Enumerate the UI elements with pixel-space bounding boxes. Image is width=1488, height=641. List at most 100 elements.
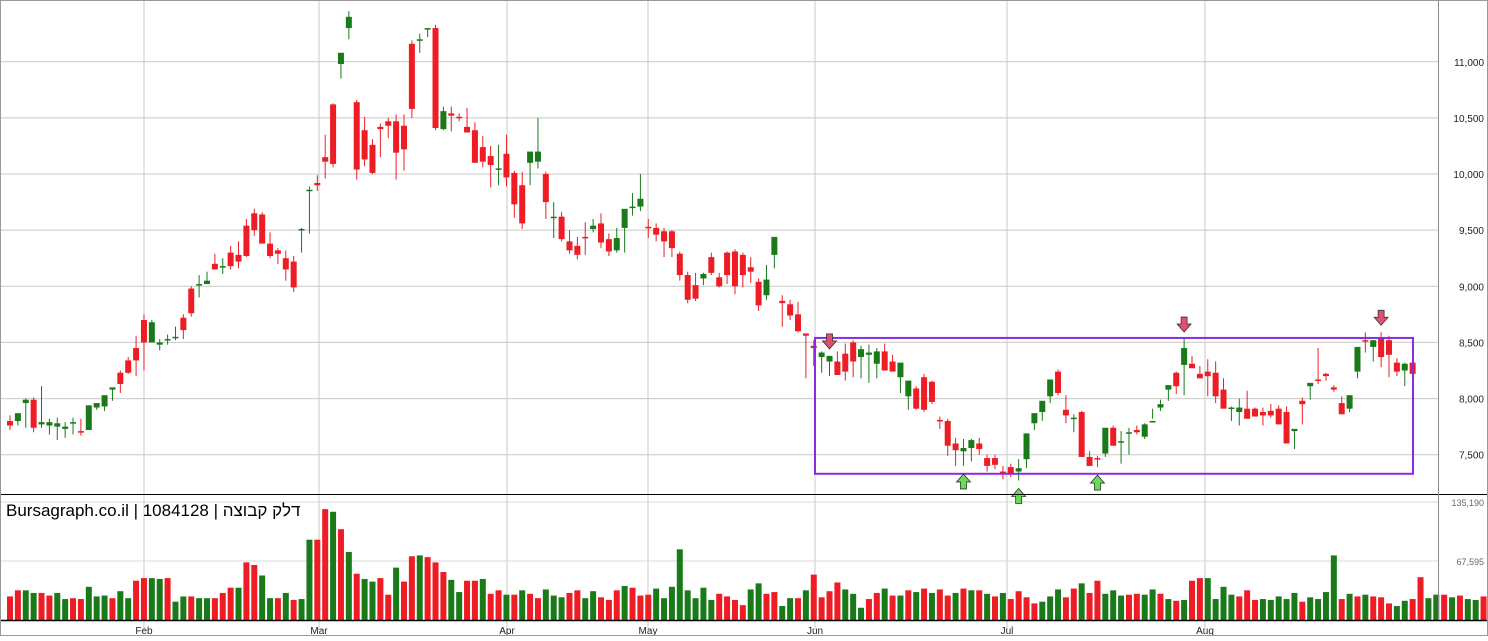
volume-bar: [1062, 597, 1069, 620]
candle: [148, 319, 155, 343]
candle-body: [377, 126, 384, 130]
candle-body: [842, 353, 849, 372]
volume-bar: [1118, 595, 1125, 620]
candle-body: [1031, 413, 1038, 424]
candle-body: [54, 423, 61, 427]
candle: [676, 251, 683, 281]
volume-bar: [747, 589, 754, 620]
grid: [0, 0, 1438, 630]
candle: [795, 302, 801, 333]
volume-bar: [22, 590, 29, 620]
candle: [842, 343, 849, 381]
candle-body: [968, 440, 975, 448]
candle: [724, 251, 731, 285]
candle-body: [905, 380, 912, 397]
candle: [1315, 348, 1322, 384]
candle: [393, 114, 400, 180]
candle-body: [306, 189, 313, 192]
volume-bar: [629, 587, 636, 620]
candle: [440, 106, 447, 131]
candle-body: [408, 43, 415, 109]
candle: [471, 122, 478, 163]
candle-body: [1015, 468, 1022, 472]
candle-body: [385, 121, 392, 126]
candle: [1015, 459, 1022, 481]
candle: [456, 113, 463, 122]
volume-bar: [1173, 600, 1180, 620]
candle: [1118, 431, 1125, 464]
candle-body: [140, 319, 147, 343]
volume-bar: [865, 599, 872, 620]
volume-bar: [503, 594, 510, 620]
candle-body: [180, 317, 187, 331]
volume-bar: [495, 590, 502, 620]
candle-body: [550, 216, 557, 219]
volume-bar: [802, 590, 809, 620]
candle-body: [369, 144, 376, 173]
candle: [361, 116, 368, 167]
volume-bar: [590, 591, 597, 620]
candle-body: [1315, 379, 1322, 381]
volume-bar: [1078, 583, 1085, 620]
candle: [117, 370, 124, 393]
candle: [968, 438, 975, 462]
candle-body: [211, 263, 218, 270]
candle-body: [164, 339, 171, 341]
volume-bar: [440, 571, 447, 620]
volume-bar: [613, 590, 620, 620]
volume-bar: [1259, 599, 1266, 620]
candle-body: [936, 419, 943, 422]
candle-body: [282, 258, 289, 270]
candle-body: [188, 288, 195, 314]
volume-bar: [992, 596, 998, 620]
candle-body: [771, 236, 778, 255]
sell-arrow-icon: [1176, 316, 1193, 333]
volume-bar: [1086, 592, 1093, 620]
volume-bar: [1338, 599, 1345, 620]
candle-body: [424, 28, 431, 30]
volume-bar: [306, 539, 313, 620]
candle-body: [1102, 427, 1109, 454]
candle-body: [716, 277, 723, 287]
candle: [290, 255, 297, 292]
candle: [1330, 385, 1337, 392]
volume-bar: [574, 590, 581, 620]
volume-bar: [511, 594, 518, 620]
volume-bar: [818, 597, 825, 620]
candle-body: [440, 111, 447, 130]
candle-body: [1362, 340, 1369, 342]
candle: [928, 380, 935, 405]
volume-bar: [46, 595, 53, 620]
candle: [1204, 359, 1211, 397]
candle-body: [1110, 427, 1117, 446]
candle: [188, 286, 195, 317]
candle-body: [731, 251, 738, 287]
candle-body: [1275, 408, 1282, 425]
candle: [999, 465, 1006, 480]
candle: [1299, 397, 1306, 425]
volume-bar: [1322, 592, 1329, 620]
volume-bar: [219, 592, 226, 620]
volume-bar: [337, 529, 344, 620]
volume-bar: [684, 590, 691, 620]
volume-bar: [290, 599, 297, 620]
candle: [1386, 335, 1392, 378]
price-tick-label: 10,500: [1453, 114, 1484, 125]
volume-bar: [1133, 593, 1140, 620]
candle: [1346, 395, 1353, 413]
volume-bar: [605, 599, 612, 620]
volume-bar: [739, 605, 746, 620]
volume-bar: [724, 596, 731, 620]
candle-body: [70, 422, 77, 424]
candle: [1023, 433, 1030, 469]
candle: [46, 418, 53, 435]
candle: [1307, 382, 1314, 400]
candle: [1236, 398, 1243, 426]
candle-body: [77, 431, 84, 433]
candle-body: [1086, 456, 1093, 466]
price-tick-label: 9,000: [1459, 282, 1484, 293]
volume-bar: [109, 598, 116, 620]
volume-bar: [330, 511, 337, 620]
candle: [621, 208, 628, 253]
candle-body: [1165, 385, 1172, 390]
